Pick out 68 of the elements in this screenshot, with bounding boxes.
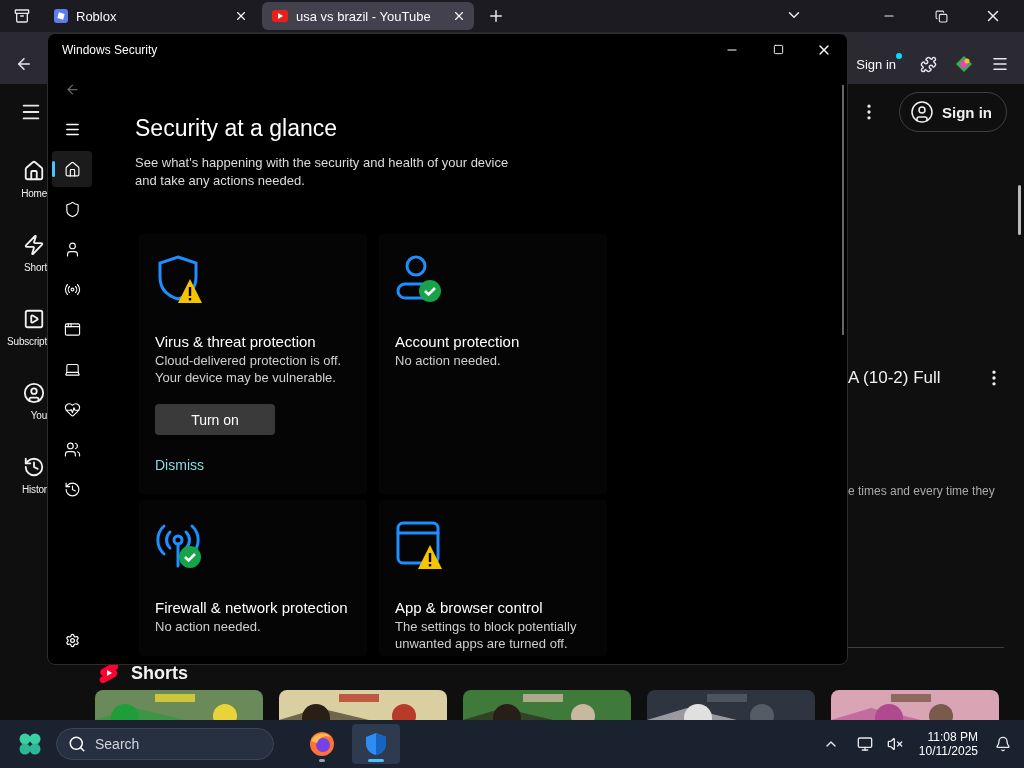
card-title: Virus & threat protection	[155, 332, 317, 351]
video-title[interactable]: A (10-2) Full	[848, 368, 984, 388]
network-icon[interactable]	[856, 736, 873, 752]
status-card[interactable]: Firewall & network protection No action needed.	[139, 500, 367, 656]
card-description: No action needed.	[395, 352, 502, 369]
turn-on-button[interactable]: Turn on	[155, 404, 275, 435]
status-card[interactable]: Virus & threat protection Cloud-delivered protection is off. Your device may be vulnerable. Turn on Dismiss	[139, 234, 367, 494]
plus-icon[interactable]	[487, 7, 505, 25]
shield-icon	[63, 200, 81, 218]
nav-item[interactable]	[52, 151, 92, 187]
search-field[interactable]: Search	[56, 728, 274, 760]
sidebar-item[interactable]: Short	[0, 216, 47, 290]
page-heading: Security at a glance	[135, 115, 338, 142]
card-title: Account protection	[395, 332, 521, 351]
settings-icon[interactable]	[64, 632, 80, 648]
back-icon[interactable]	[15, 55, 33, 73]
restore-icon[interactable]	[934, 9, 948, 23]
bell-icon[interactable]	[995, 736, 1011, 752]
firefox-icon	[309, 731, 335, 757]
person-icon	[23, 381, 45, 404]
close-icon[interactable]	[452, 9, 466, 23]
tab-list-icon[interactable]	[14, 8, 30, 24]
history-icon	[23, 455, 45, 478]
people-icon	[63, 440, 81, 458]
scrollbar[interactable]	[842, 85, 844, 335]
card-title: Firewall & network protection	[155, 598, 349, 617]
sidebar-item[interactable]: You	[0, 364, 47, 438]
youtube-tab-icon	[272, 10, 288, 22]
search-icon	[68, 735, 86, 753]
page-description: See what's happening with the security and health of your device and take any actions needed.	[135, 154, 510, 190]
scrollbar[interactable]	[1018, 185, 1021, 235]
close-icon[interactable]	[234, 9, 248, 23]
browser-tab[interactable]: Roblox	[44, 2, 256, 30]
shield-icon	[363, 731, 389, 757]
puzzle-icon[interactable]	[919, 55, 937, 73]
home-icon	[23, 159, 45, 182]
bolt-icon	[23, 233, 45, 256]
browser-tab[interactable]: usa vs brazil - YouTube	[262, 2, 474, 30]
home-icon	[63, 160, 81, 178]
heart-pulse-icon	[63, 400, 81, 418]
sidebar-item[interactable]: Home	[0, 142, 47, 216]
history-icon	[63, 480, 81, 498]
maximize-icon[interactable]	[772, 44, 784, 55]
card-description: Cloud-delivered protection is off. Your device may be vulnerable.	[155, 352, 343, 386]
window-title: Windows Security	[62, 42, 159, 57]
sidebar-item[interactable]: Histor	[0, 438, 47, 512]
clock[interactable]: 11:08 PM 10/11/2025	[918, 730, 978, 758]
menu-icon[interactable]	[991, 55, 1009, 73]
section-heading: Shorts	[131, 662, 188, 684]
card-description: The settings to block potentially unwanted apps are turned off.	[395, 618, 578, 652]
play-square-icon	[23, 307, 45, 330]
video-description: e times and every time they	[848, 484, 996, 498]
window-icon	[63, 320, 81, 338]
roblox-tab-icon	[54, 9, 68, 23]
window-icon	[395, 520, 441, 568]
status-card[interactable]: App & browser control The settings to block potentially unwanted apps are turned off.	[379, 500, 607, 656]
dismiss-link[interactable]: Dismiss	[155, 457, 204, 473]
extension-icon[interactable]	[955, 55, 973, 73]
person-icon	[910, 100, 934, 124]
start-icon[interactable]	[18, 732, 42, 756]
taskbar-app[interactable]	[352, 724, 400, 764]
card-title: App & browser control	[395, 598, 544, 617]
card-description: No action needed.	[155, 618, 262, 635]
sign-in-button[interactable]: Sign in	[850, 48, 902, 80]
sidebar-item[interactable]: Subscript	[0, 290, 47, 364]
volume-muted-icon[interactable]	[886, 736, 903, 752]
status-card[interactable]: Account protection No action needed.	[379, 234, 607, 494]
notification-dot	[896, 53, 902, 59]
